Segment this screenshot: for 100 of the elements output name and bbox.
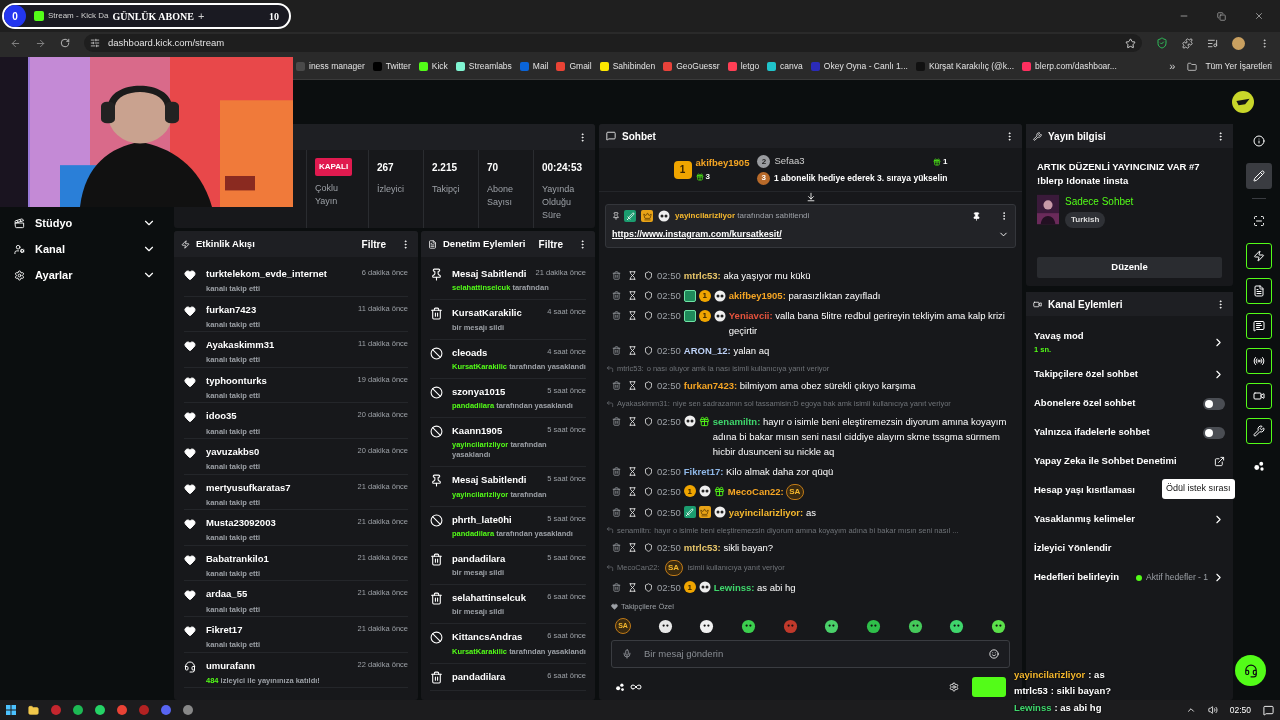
emote-icon[interactable] (657, 618, 673, 634)
back-icon[interactable] (10, 37, 21, 49)
channel-action[interactable]: Abonelere özel sohbet (1034, 389, 1225, 418)
pencil-icon[interactable] (1245, 163, 1272, 189)
emote-icon[interactable] (907, 618, 923, 634)
bookmark[interactable]: Okey Oyna - Canlı 1... (810, 60, 908, 73)
hourglass-icon[interactable] (628, 466, 637, 476)
trash-icon[interactable] (612, 582, 621, 592)
emote-icon[interactable] (699, 618, 715, 634)
tray-icon[interactable] (1185, 705, 1196, 715)
wrench-icon[interactable] (1245, 418, 1272, 444)
trash-icon[interactable] (612, 291, 621, 300)
edit-button[interactable]: Düzenle (1037, 257, 1222, 278)
hourglass-icon[interactable] (628, 381, 637, 391)
lightning-icon[interactable] (1245, 243, 1272, 269)
bookmark[interactable]: Twitter (372, 60, 411, 73)
app-icon[interactable] (161, 705, 171, 715)
shield-icon[interactable] (1156, 37, 1168, 49)
settings-icon[interactable] (949, 682, 959, 692)
star-icon[interactable] (1125, 37, 1136, 49)
app-icon[interactable] (95, 705, 105, 715)
category-link[interactable]: Sadece Sohbet (1065, 194, 1134, 209)
trash-icon[interactable] (612, 381, 621, 391)
hourglass-icon[interactable] (628, 271, 637, 280)
emoji-icon[interactable] (989, 649, 999, 659)
avatar[interactable] (1232, 36, 1245, 50)
infinity-icon[interactable] (630, 681, 642, 693)
channel-action[interactable]: Hedefleri belirleyin Aktif hedefler - 1 (1034, 563, 1225, 592)
extensions-icon[interactable] (1182, 37, 1193, 49)
reload-icon[interactable] (60, 38, 70, 48)
bookmark[interactable]: Gmail (556, 60, 592, 73)
channel-action[interactable]: İzleyici Yönlendir (1034, 534, 1225, 563)
tab-title[interactable]: Stream - Kick Da (48, 10, 109, 22)
filter-button[interactable]: Filtre (361, 236, 386, 252)
new-tab-button[interactable]: + (197, 7, 205, 25)
scroll-down-icon[interactable] (805, 192, 816, 202)
toggle-switch[interactable] (1203, 397, 1225, 410)
address-bar[interactable]: dashboard.kick.com/stream (84, 34, 1142, 52)
hourglass-icon[interactable] (628, 542, 637, 552)
forward-icon[interactable] (35, 37, 46, 49)
all-bookmarks[interactable]: Tüm Yer İşaretleri (1205, 60, 1272, 73)
sidebar-item[interactable]: Kanal (14, 236, 156, 262)
trash-icon[interactable] (612, 486, 621, 496)
app-icon[interactable] (183, 705, 193, 715)
trash-icon[interactable] (612, 416, 621, 426)
volume-icon[interactable] (1207, 705, 1218, 715)
chat-icon[interactable] (1245, 313, 1272, 339)
channel-action[interactable]: Yasaklanmış kelimeler (1034, 505, 1225, 534)
close-icon[interactable] (1254, 11, 1264, 21)
bookmark[interactable]: Kürşat Karakılıç (@k... (915, 60, 1015, 73)
bookmark[interactable]: canva (767, 60, 803, 73)
folder-icon[interactable] (28, 704, 39, 716)
pinned-link[interactable]: https://www.instagram.com/kursatkesit/ (612, 228, 998, 242)
app-icon[interactable] (117, 705, 127, 715)
channel-action[interactable]: Takipçilere özel sohbet (1034, 360, 1225, 389)
filter-button[interactable]: Filtre (538, 236, 563, 252)
hourglass-icon[interactable] (628, 486, 637, 496)
bookmark[interactable]: blerp.com/dashboar... (1022, 60, 1117, 73)
channel-action[interactable]: Yapay Zeka ile Sohbet Denetimi (1034, 447, 1225, 476)
camera-icon[interactable] (1245, 383, 1272, 409)
bookmark[interactable]: Streamlabs (455, 60, 512, 73)
document-icon[interactable] (1245, 278, 1272, 304)
bookmark[interactable]: letgo (727, 60, 760, 73)
emote-icon[interactable] (990, 618, 1006, 634)
app-icon[interactable] (73, 705, 83, 715)
bookmark[interactable]: Sahibinden (599, 60, 656, 73)
mic-icon[interactable] (622, 649, 632, 659)
hourglass-icon[interactable] (628, 582, 637, 592)
bookmark[interactable]: Kick (418, 60, 448, 73)
unpin-icon[interactable] (972, 211, 981, 221)
trash-icon[interactable] (612, 311, 621, 320)
restore-icon[interactable] (1217, 11, 1226, 21)
headset-icon[interactable] (1243, 663, 1258, 678)
emote-icon[interactable] (865, 618, 881, 634)
hourglass-icon[interactable] (628, 311, 637, 320)
folder-icon[interactable] (1187, 61, 1198, 72)
bookmark[interactable]: GeoGuessr (663, 60, 720, 73)
hourglass-icon[interactable] (628, 346, 637, 355)
emote-icon[interactable] (740, 618, 756, 634)
channel-action[interactable]: Yalnızca ifadelerle sohbet (1034, 418, 1225, 447)
sidebar-item[interactable]: Stüdyo (14, 210, 156, 236)
message-field[interactable]: Bir mesaj gönderin (644, 646, 977, 662)
external-link-icon[interactable] (1214, 456, 1225, 467)
emote-icon[interactable] (824, 618, 840, 634)
toggle-switch[interactable] (1203, 426, 1225, 439)
windows-icon[interactable] (6, 705, 16, 715)
trash-icon[interactable] (612, 466, 621, 476)
dots-icon[interactable] (615, 682, 625, 692)
trash-icon[interactable] (612, 542, 621, 552)
bookmark[interactable]: iness manager (296, 60, 365, 73)
site-info-icon[interactable] (90, 38, 100, 48)
sidebar-item[interactable]: Ayarlar (14, 262, 156, 288)
media-icon[interactable] (1207, 37, 1218, 49)
hourglass-icon[interactable] (628, 291, 637, 300)
notification-icon[interactable] (1263, 704, 1274, 716)
emote-icon[interactable] (949, 618, 965, 634)
avatar[interactable] (1232, 91, 1254, 113)
trash-icon[interactable] (612, 507, 621, 517)
broadcast-icon[interactable] (1245, 348, 1272, 374)
trash-icon[interactable] (612, 271, 621, 280)
